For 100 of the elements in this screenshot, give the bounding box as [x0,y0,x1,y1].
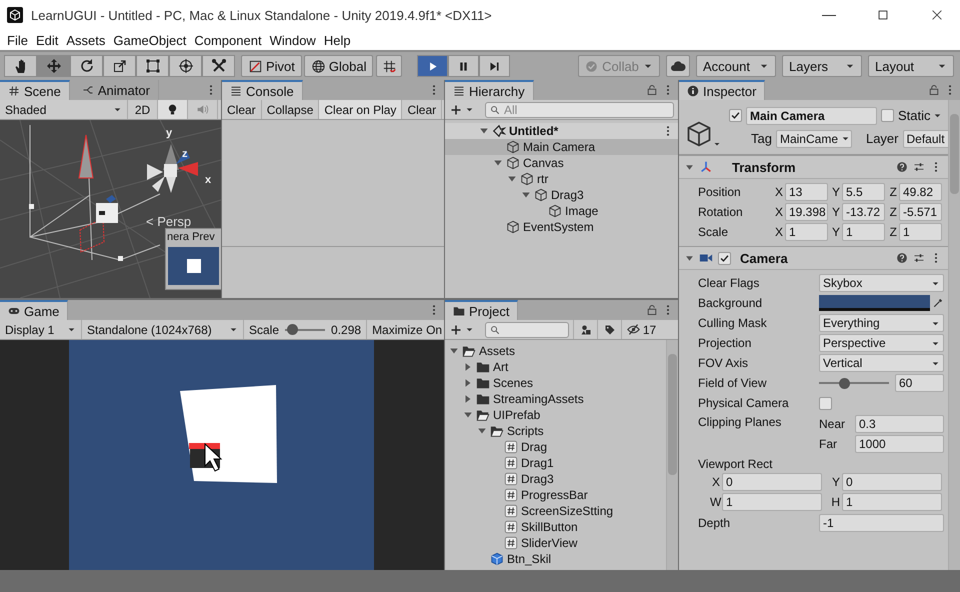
axis-label[interactable]: y [166,127,172,139]
hierarchy-item[interactable]: Main Camera [445,139,678,155]
number-field[interactable]: 13 [785,183,828,201]
project-item[interactable]: ScreenSizeStting [445,503,666,519]
project-item[interactable]: Drag [445,439,666,455]
panel-tab[interactable]: Scene [0,80,70,100]
component-header[interactable]: Camera [679,246,948,270]
tool-button[interactable] [169,55,202,77]
checkbox[interactable] [729,109,742,122]
toolbar-dropdown[interactable]: Layers [782,55,862,77]
dropdown[interactable]: Skybox [819,274,944,292]
project-item[interactable]: Scripts [445,423,666,439]
tool-button[interactable] [4,55,37,77]
checkbox[interactable] [718,252,731,264]
projection-label[interactable]: < Persp [146,214,192,229]
number-field[interactable]: 60 [895,374,944,392]
menu-item[interactable]: Component [190,32,266,48]
hierarchy-item[interactable]: Untitled* [445,123,678,139]
hidden-packages-toggle[interactable]: 17 [621,320,661,339]
search-field[interactable] [485,322,569,338]
name-field[interactable]: Main Camera [746,106,877,124]
layer-dropdown[interactable]: Default [902,130,948,148]
project-item[interactable]: SkillButton [445,519,666,535]
console-button[interactable]: Clear on Play [319,100,402,119]
number-field[interactable]: 1 [722,493,822,511]
number-field[interactable]: 1000 [855,435,944,453]
hierarchy-item[interactable]: Canvas [445,155,678,171]
checkbox[interactable] [819,396,832,410]
tool-button[interactable] [103,55,136,77]
menu-item[interactable]: Edit [32,32,62,48]
project-item[interactable]: Drag1 [445,455,666,471]
hierarchy-item[interactable]: EventSystem [445,219,678,235]
project-item[interactable]: Art [445,359,666,375]
maximize-toggle[interactable]: Maximize On [367,320,444,339]
pause-button[interactable] [448,55,480,77]
console-button[interactable]: Clear [402,100,442,119]
tool-button[interactable] [136,55,169,77]
dropdown[interactable]: Vertical [819,354,944,372]
shading-dropdown[interactable]: Shaded [0,100,128,119]
number-field[interactable]: 1 [899,223,942,241]
menu-item[interactable]: File [3,32,32,48]
number-field[interactable]: -1 [819,514,944,532]
hierarchy-item[interactable]: Image [445,203,678,219]
console-button[interactable]: Clear [222,100,262,119]
panel-tab[interactable]: Project [445,300,518,320]
scrollbar[interactable] [948,100,960,570]
menu-item[interactable]: Assets [62,32,110,48]
menu-item[interactable]: GameObject [109,32,190,48]
project-item[interactable]: SliderView [445,535,666,551]
menu-item[interactable]: Help [320,32,355,48]
number-field[interactable]: 0 [722,473,822,491]
slider-thumb[interactable] [839,378,850,388]
search-field[interactable]: All [485,102,674,118]
tool-button[interactable] [202,55,235,77]
panel-tab[interactable]: Console [222,80,303,100]
scene-view[interactable]: y z x < Persp nera Prev [0,120,221,298]
slider-thumb[interactable] [286,324,298,335]
step-button[interactable] [479,55,510,77]
axis-label[interactable]: x [205,174,212,186]
toolbar-dropdown[interactable]: Layout [868,55,954,77]
project-item[interactable]: UIPrefab [445,407,666,423]
toolbar-dropdown[interactable]: Account [696,55,776,77]
number-field[interactable]: 1 [842,493,942,511]
display-dropdown[interactable]: Display 1 [0,320,82,339]
component-header[interactable]: Transform [679,155,948,179]
tool-button[interactable] [37,55,70,77]
project-item[interactable]: ProgressBar [445,487,666,503]
scrollbar[interactable] [666,340,678,570]
tag-dropdown[interactable]: MainCame [776,130,852,148]
dropdown[interactable]: Perspective [819,334,944,352]
number-field[interactable]: -13.72 [842,203,885,221]
play-button[interactable] [417,55,448,77]
project-item[interactable]: Assets [445,343,666,359]
color-field[interactable] [819,294,944,312]
project-item[interactable]: Drag3 [445,471,666,487]
number-field[interactable]: 5.5 [842,183,885,201]
dropdown[interactable]: Everything [819,314,944,332]
panel-tab[interactable]: Hierarchy [445,80,534,100]
number-field[interactable]: 0 [842,473,942,491]
panel-tab[interactable]: Inspector [679,80,766,100]
tool-button[interactable] [70,55,103,77]
global-button[interactable]: Global [304,55,374,77]
hierarchy-item[interactable]: rtr [445,171,678,187]
number-field[interactable]: 19.398 [785,203,828,221]
menu-item[interactable]: Window [266,32,320,48]
checkbox[interactable] [881,109,894,122]
pivot-button[interactable]: Pivot [241,55,302,77]
number-field[interactable]: 1 [842,223,885,241]
cloud-button[interactable] [666,55,690,77]
number-field[interactable]: 1 [785,223,828,241]
project-item[interactable]: Btn_Skil [445,551,666,567]
number-field[interactable]: -5.571 [899,203,942,221]
lighting-toggle[interactable] [158,100,188,119]
project-item[interactable]: Scenes [445,375,666,391]
hierarchy-item[interactable]: Drag3 [445,187,678,203]
resolution-dropdown[interactable]: Standalone (1024x768) [82,320,244,339]
project-item[interactable]: StreamingAssets [445,391,666,407]
grid-snap-button[interactable] [376,55,402,77]
number-field[interactable]: 0.3 [855,415,944,433]
static-dropdown[interactable]: Static [898,108,942,123]
